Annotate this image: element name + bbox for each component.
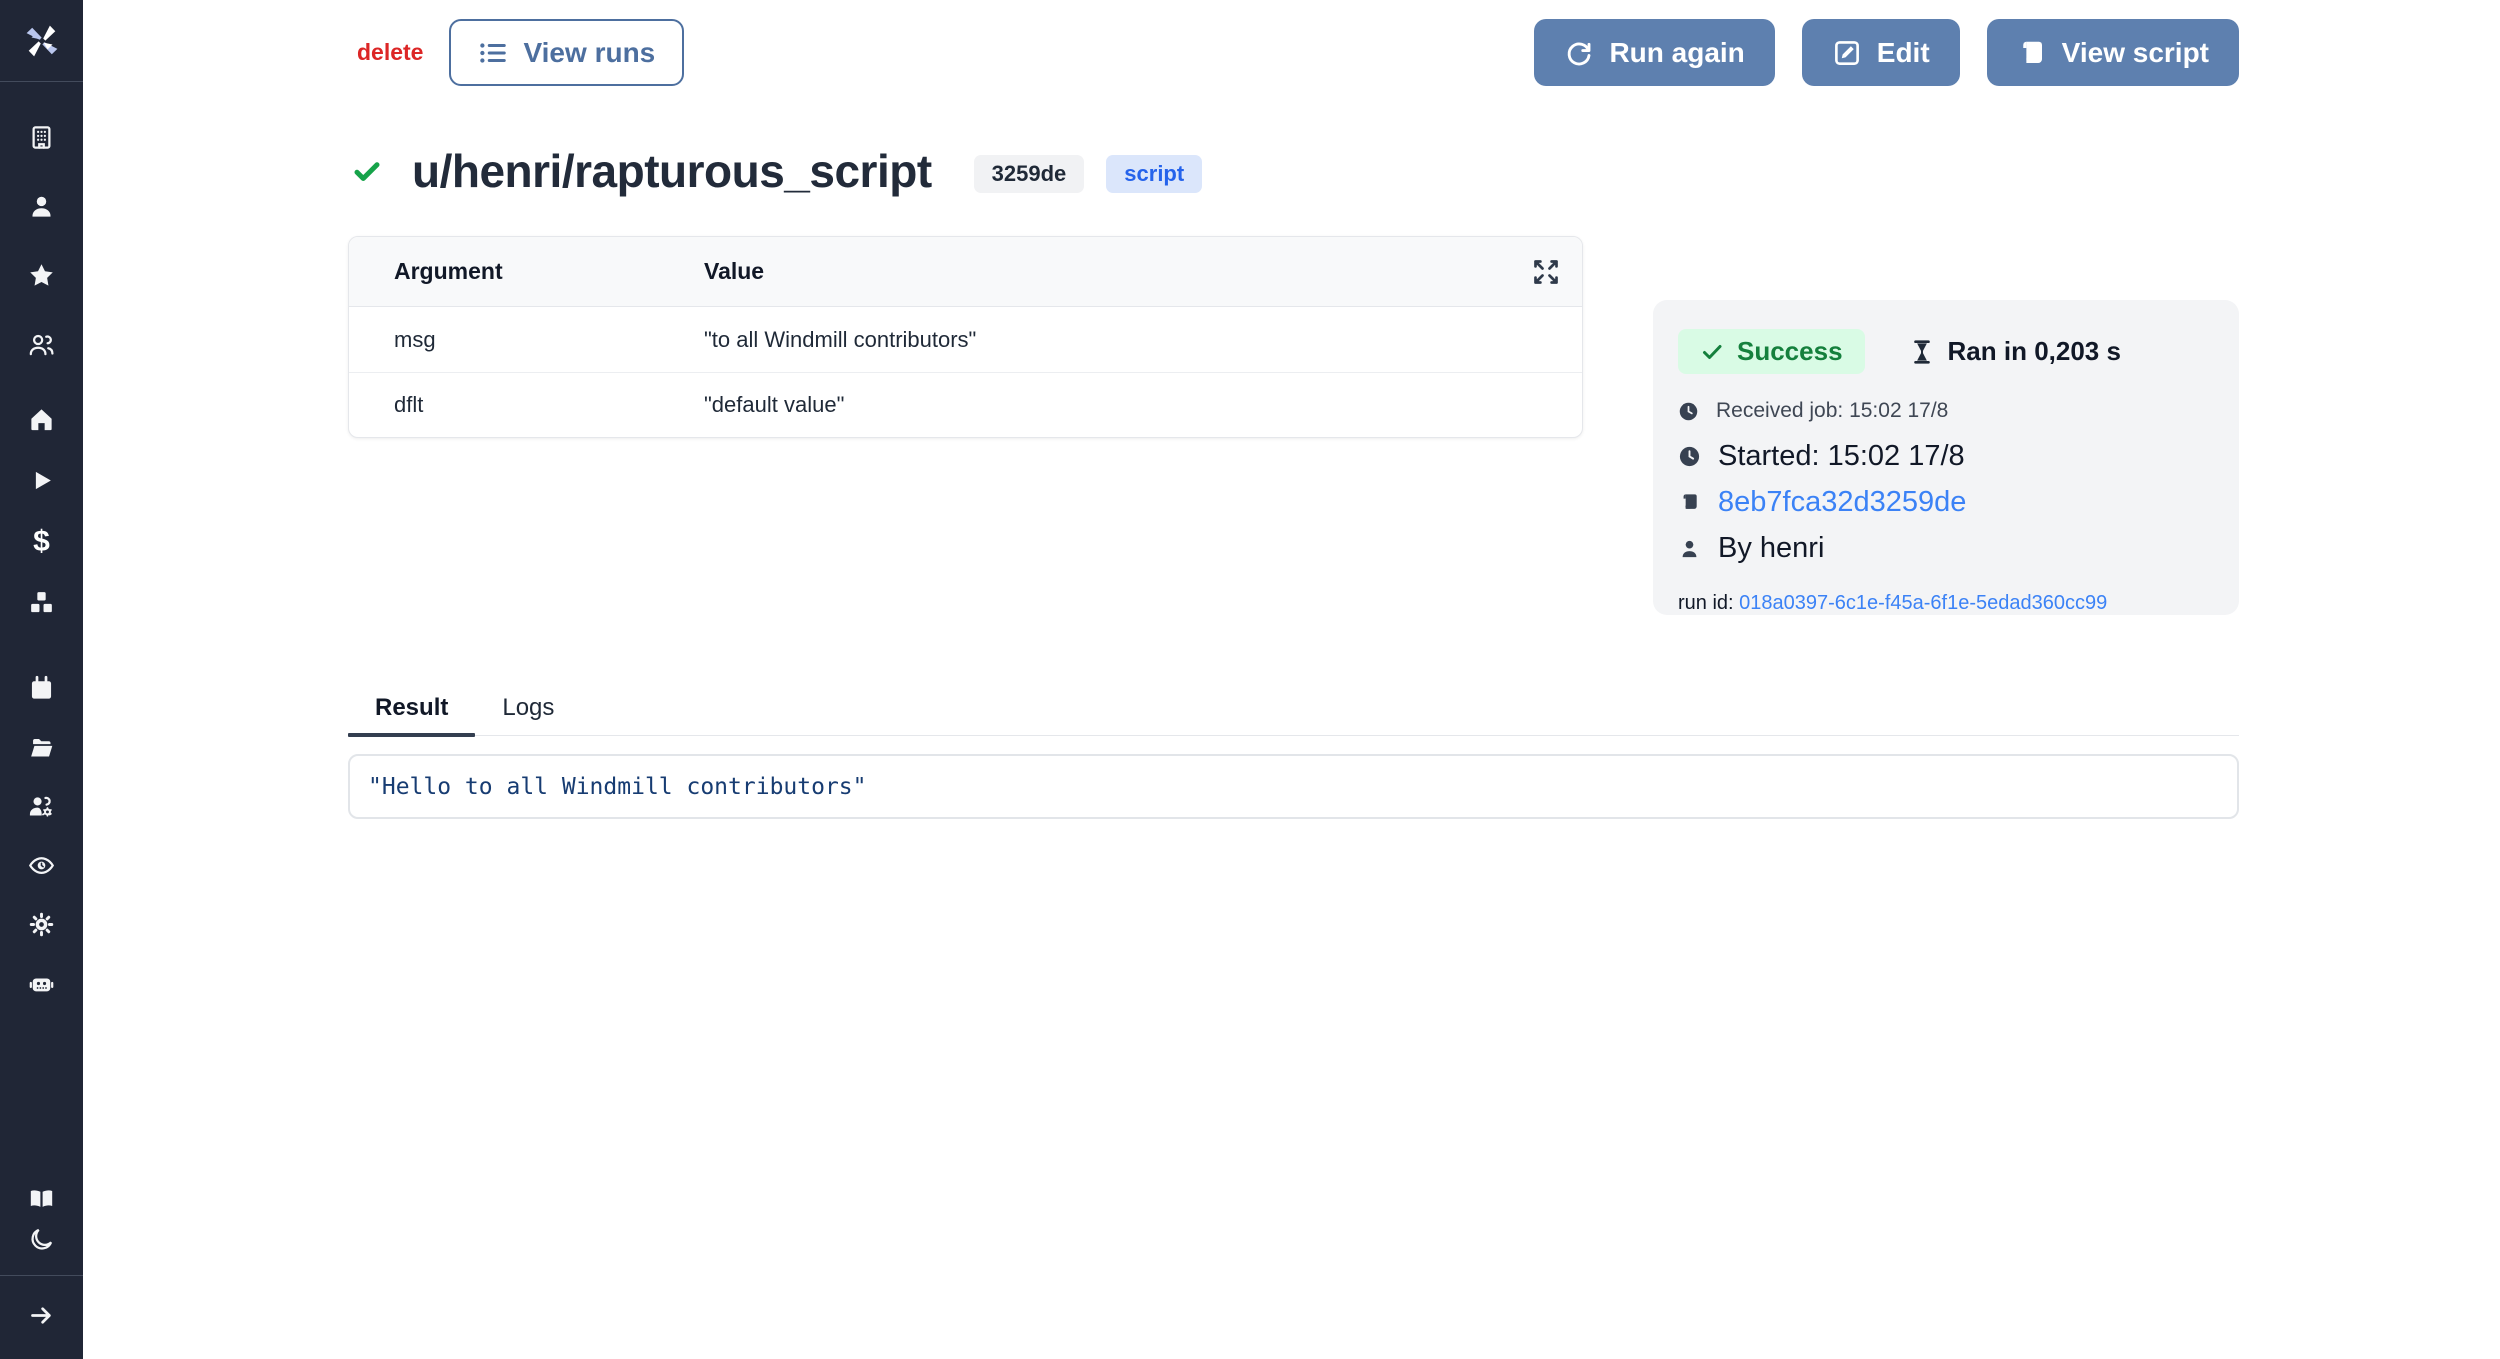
success-check-icon [352,156,382,186]
sidebar-item-folders[interactable] [28,734,55,761]
argument-value: "default value" [704,392,1582,418]
sidebar-item-user[interactable] [28,193,55,220]
sidebar-item-schedules[interactable] [28,675,55,702]
expand-sidebar-button[interactable] [28,1302,55,1329]
user-icon [1678,537,1701,560]
home-icon [28,406,55,433]
value-column-header: Value [704,258,1532,285]
run-again-label: Run again [1609,37,1744,69]
job-status-panel: Success Ran in 0,203 s Received job: 15:… [1653,300,2239,615]
folder-open-icon [28,734,55,761]
run-duration: Ran in 0,203 s [1909,336,2121,367]
received-job-label: Received job: 15:02 17/8 [1716,399,1948,423]
sidebar-item-favorites[interactable] [28,262,55,289]
status-badge: Success [1678,329,1865,374]
duration-label: Ran in 0,203 s [1948,336,2121,367]
sidebar-item-workspace[interactable] [28,124,55,151]
table-row: msg "to all Windmill contributors" [349,307,1582,372]
sidebar-item-variables[interactable]: $ [28,528,55,555]
refresh-icon [1564,38,1594,68]
edit-button[interactable]: Edit [1802,19,1960,86]
sidebar-item-groups[interactable] [28,331,55,358]
argument-column-header: Argument [349,258,704,285]
action-bar: delete View runs Run again [348,19,2239,86]
dark-mode-toggle[interactable] [28,1226,55,1253]
view-runs-label: View runs [523,37,655,69]
boxes-icon [28,589,55,616]
page-header: u/henri/rapturous_script 3259de script [348,143,2239,199]
expand-icon [1532,258,1560,286]
user-icon [28,193,55,220]
windmill-logo[interactable] [0,0,83,82]
sidebar-item-workers[interactable] [28,793,55,820]
run-id-label: run id: [1678,592,1739,614]
edit-label: Edit [1877,37,1930,69]
view-script-button[interactable]: View script [1987,19,2239,86]
started-label: Started: 15:02 17/8 [1718,440,1965,473]
received-job-row: Received job: 15:02 17/8 [1678,399,2214,423]
view-runs-button[interactable]: View runs [449,19,684,86]
sidebar-bottom [0,1185,83,1359]
result-viewer: "Hello to all Windmill contributors" [348,754,2239,819]
argument-value: "to all Windmill contributors" [704,327,1582,353]
book-open-icon [28,1185,55,1212]
sidebar-item-audit-logs[interactable] [28,852,55,879]
expand-table-button[interactable] [1532,257,1562,287]
started-row: Started: 15:02 17/8 [1678,440,2214,473]
triggered-by-label: By henri [1718,532,1824,565]
arguments-table-header: Argument Value [349,237,1582,307]
result-content: "Hello to all Windmill contributors" [368,774,867,800]
sidebar-item-ai[interactable] [28,970,55,997]
scroll-icon [2017,38,2047,68]
page-title: u/henri/rapturous_script [412,144,932,198]
tab-result[interactable]: Result [348,688,475,735]
sidebar: $ [0,0,83,1359]
hash-badge: 3259de [974,155,1085,193]
script-type-badge: script [1106,155,1202,193]
sidebar-item-resources[interactable] [28,589,55,616]
calendar-icon [28,675,55,702]
delete-button[interactable]: delete [357,39,423,66]
tab-logs[interactable]: Logs [475,688,581,735]
sidebar-item-home[interactable] [28,406,55,433]
table-row: dflt "default value" [349,372,1582,437]
run-id-link[interactable]: 018a0397-6c1e-f45a-6f1e-5edad360cc99 [1739,592,2107,614]
edit-icon [1832,38,1862,68]
users-icon [28,331,55,358]
sidebar-item-runs[interactable] [28,467,55,494]
dollar-icon: $ [33,527,50,557]
gear-icon [28,911,55,938]
sidebar-nav: $ [0,82,83,1359]
triggered-by-row: By henri [1678,532,2214,565]
result-tabs: Result Logs [348,688,2239,736]
eye-icon [28,852,55,879]
main-content: delete View runs Run again [83,0,2500,1359]
clock-icon [1678,401,1699,422]
argument-name: msg [349,327,704,353]
robot-icon [28,970,55,997]
status-label: Success [1737,336,1843,367]
moon-icon [28,1226,55,1253]
clock-icon [1678,445,1701,468]
script-hash-link[interactable]: 8eb7fca32d3259de [1718,486,1966,519]
sidebar-item-docs[interactable] [28,1185,55,1212]
script-hash-row: 8eb7fca32d3259de [1678,486,2214,519]
run-again-button[interactable]: Run again [1534,19,1774,86]
check-icon [1700,340,1724,364]
arrow-right-icon [28,1302,55,1329]
star-icon [28,262,55,289]
building-icon [28,124,55,151]
hourglass-icon [1909,339,1935,365]
run-id-row: run id: 018a0397-6c1e-f45a-6f1e-5edad360… [1678,592,2214,615]
users-cog-icon [28,793,55,820]
sidebar-item-settings[interactable] [28,911,55,938]
view-script-label: View script [2062,37,2209,69]
scroll-icon [1678,491,1701,514]
arguments-table: Argument Value msg "to all Windmill cont… [348,236,1583,438]
play-icon [28,467,55,494]
windmill-pinwheel-icon [21,20,63,62]
list-icon [478,38,508,68]
argument-name: dflt [349,392,704,418]
